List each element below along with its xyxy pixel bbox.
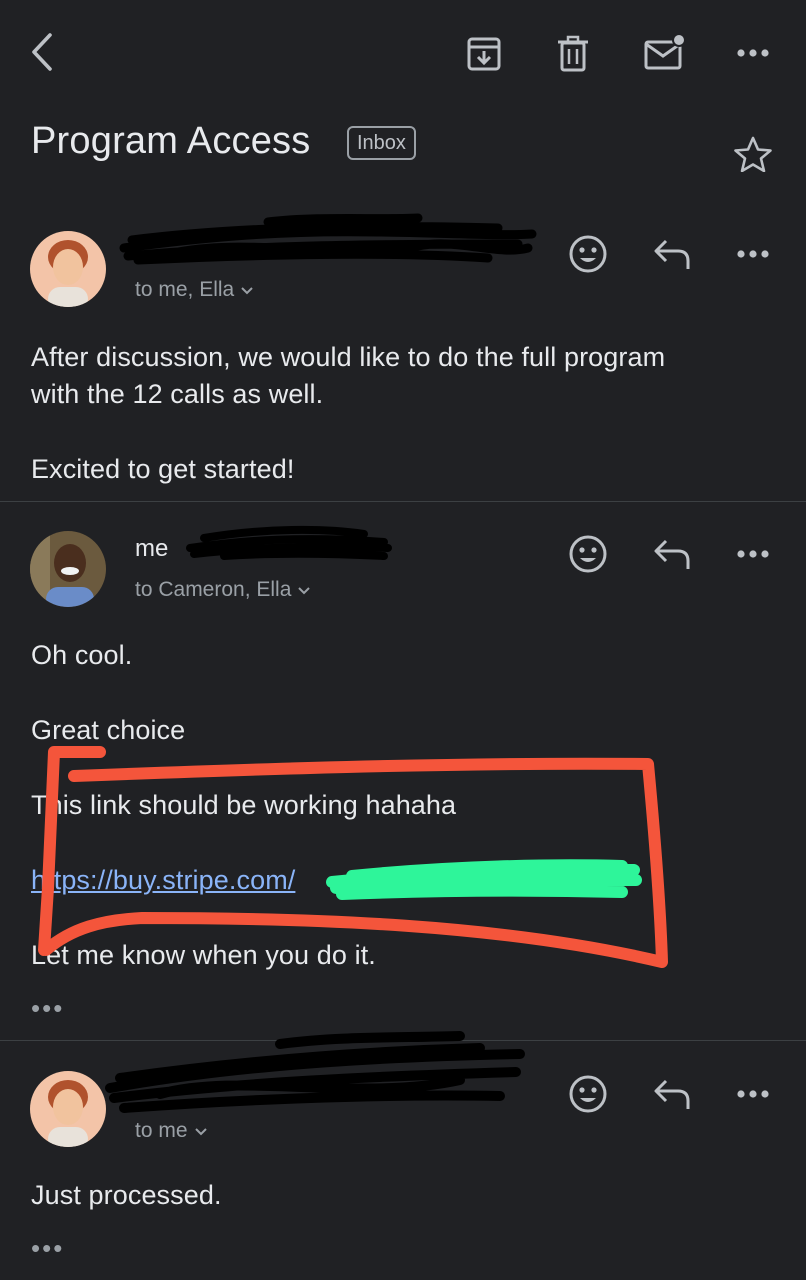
- stripe-payment-link[interactable]: https://buy.stripe.com/: [31, 861, 295, 899]
- message-body-line: Just processed.: [31, 1180, 222, 1210]
- message-body-line: After discussion, we would like to do th…: [31, 342, 666, 372]
- redacted-sender-name: [105, 1031, 525, 1113]
- more-horizontal-icon[interactable]: [733, 1079, 773, 1109]
- message-divider: [0, 1040, 806, 1041]
- message-body-line: with the 12 calls as well.: [31, 379, 324, 409]
- show-trimmed-content-button[interactable]: •••: [31, 995, 64, 1021]
- emoji-react-icon[interactable]: [566, 1072, 610, 1116]
- star-outline-icon[interactable]: [733, 134, 773, 174]
- mail-unread-icon[interactable]: [640, 30, 690, 74]
- reply-icon[interactable]: [650, 534, 694, 574]
- message-divider: [0, 501, 806, 502]
- email-subject: Program Access: [31, 120, 311, 162]
- chevron-down-icon: [297, 578, 311, 602]
- show-trimmed-content-button[interactable]: •••: [31, 1235, 64, 1261]
- trash-icon[interactable]: [551, 32, 595, 76]
- recipients-text: to Cameron, Ella: [135, 578, 292, 601]
- redacted-sender-name: [119, 213, 537, 265]
- recipients-toggle[interactable]: to Cameron, Ella: [135, 578, 311, 602]
- avatar[interactable]: [30, 531, 106, 607]
- avatar[interactable]: [30, 1071, 106, 1147]
- reply-icon[interactable]: [650, 1074, 694, 1114]
- chevron-down-icon: [240, 278, 254, 302]
- email-thread-screen: Program Access Inbox to me, Ella After d…: [0, 0, 806, 1280]
- recipients-toggle[interactable]: to me: [135, 1119, 208, 1143]
- more-horizontal-icon[interactable]: [733, 239, 773, 269]
- more-horizontal-icon[interactable]: [733, 38, 773, 68]
- back-arrow-icon[interactable]: [22, 30, 62, 74]
- recipients-text: to me, Ella: [135, 278, 235, 301]
- more-horizontal-icon[interactable]: [733, 539, 773, 569]
- redacted-timestamp: [186, 525, 392, 560]
- recipients-toggle[interactable]: to me, Ella: [135, 278, 254, 302]
- message-body-line: Great choice: [31, 715, 186, 745]
- avatar[interactable]: [30, 231, 106, 307]
- sender-name: me: [135, 535, 169, 562]
- emoji-react-icon[interactable]: [566, 532, 610, 576]
- recipients-text: to me: [135, 1119, 188, 1142]
- emoji-react-icon[interactable]: [566, 232, 610, 276]
- message-body-line: This link should be working hahaha: [31, 790, 457, 820]
- reply-icon[interactable]: [650, 234, 694, 274]
- redacted-link-highlight: [326, 859, 642, 900]
- archive-icon[interactable]: [462, 32, 506, 76]
- chevron-down-icon: [194, 1119, 208, 1143]
- message-body-line: Excited to get started!: [31, 454, 295, 484]
- top-app-bar: [0, 0, 806, 108]
- message-body-line: Oh cool.: [31, 640, 133, 670]
- inbox-label-chip[interactable]: Inbox: [347, 126, 416, 160]
- message-body-line: Let me know when you do it.: [31, 940, 376, 970]
